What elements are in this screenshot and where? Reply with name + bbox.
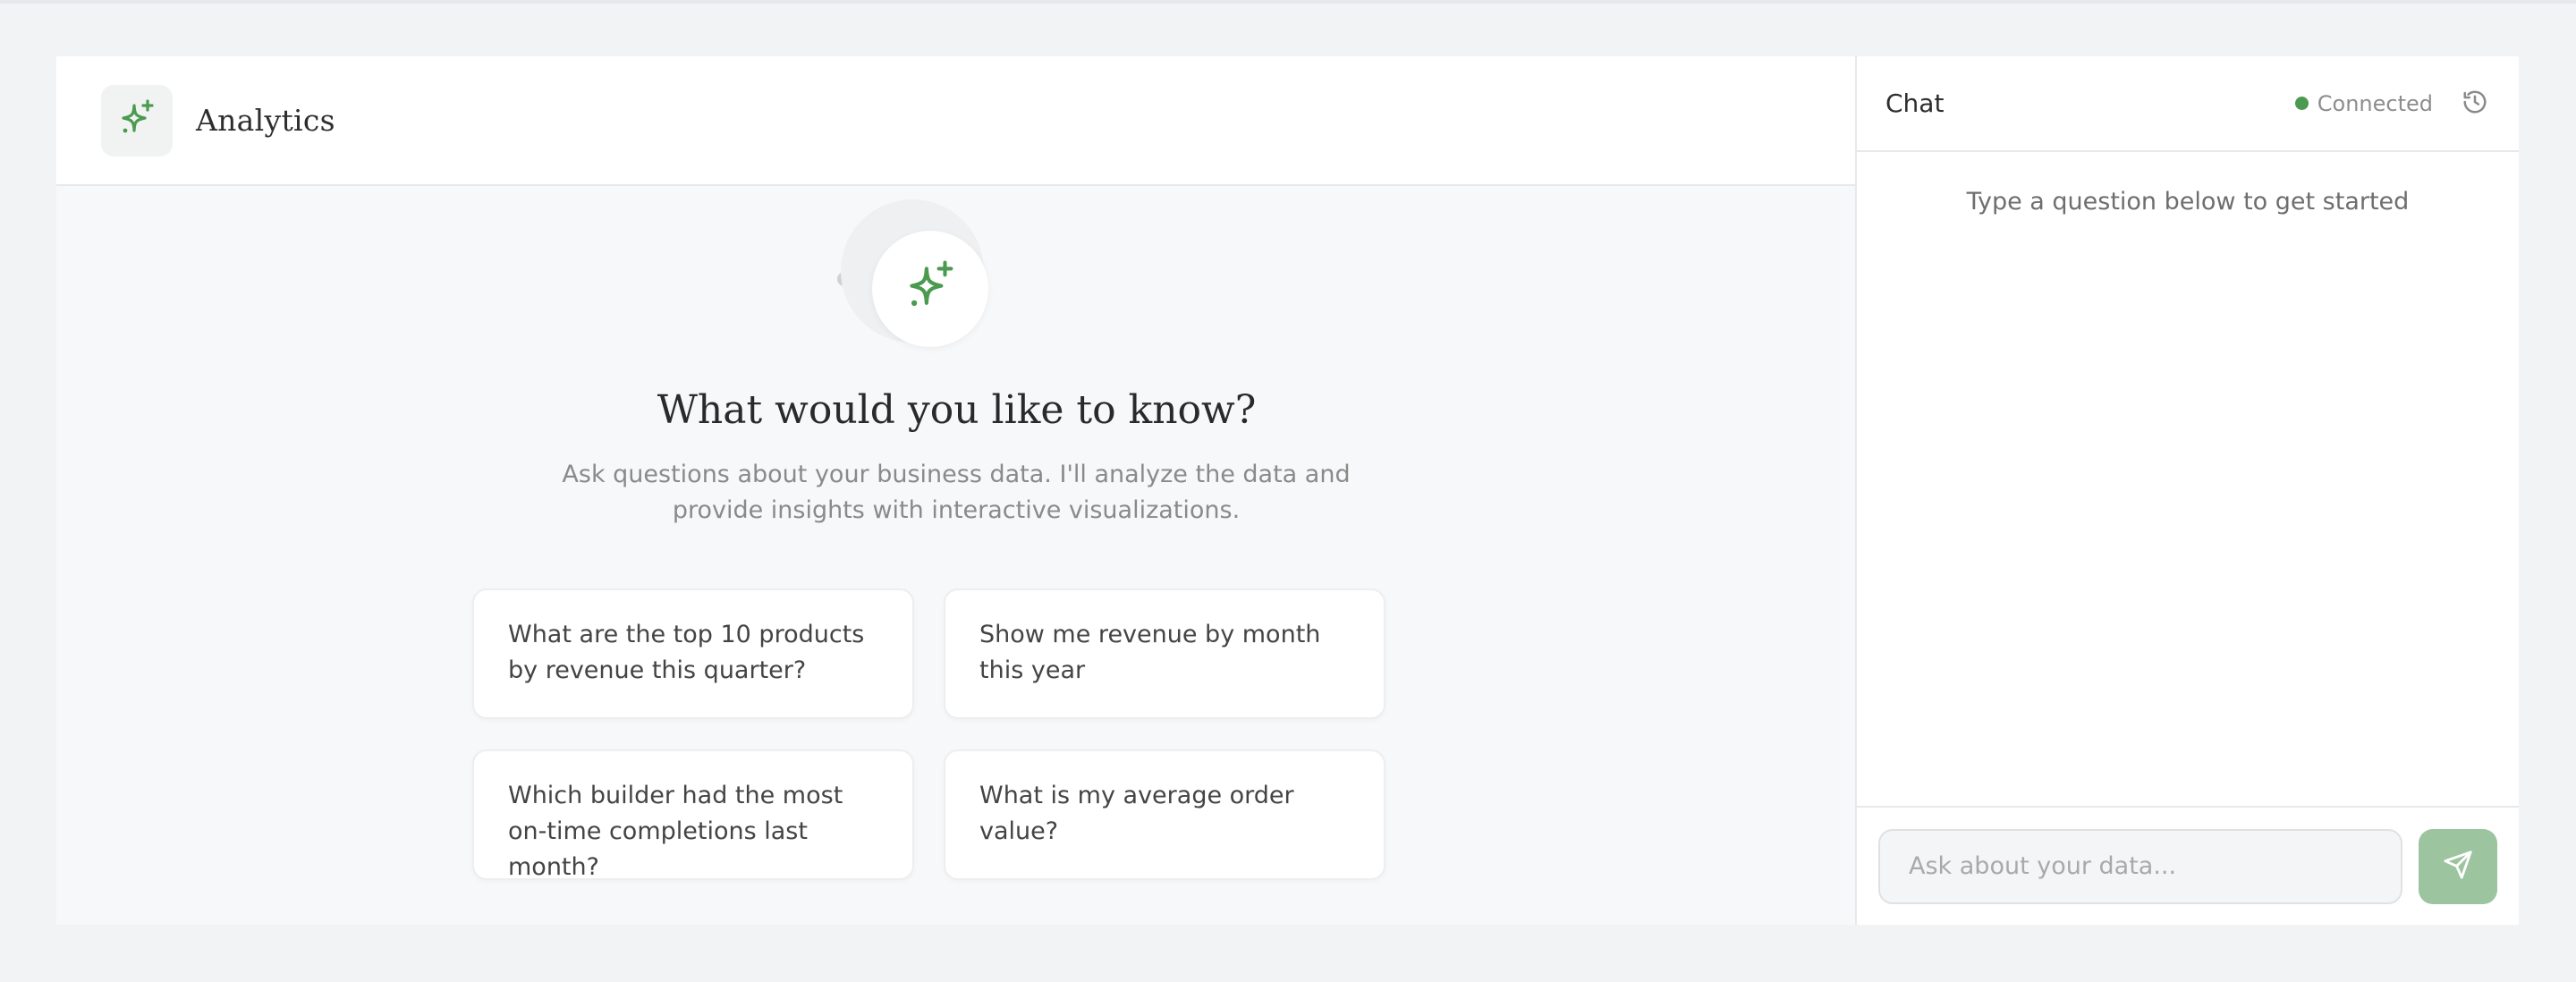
welcome-subtitle: Ask questions about your business data. … bbox=[562, 461, 1351, 524]
suggestion-card[interactable]: What is my average order value? bbox=[944, 749, 1385, 880]
chat-composer bbox=[1857, 806, 2519, 925]
chat-title: Chat bbox=[1885, 89, 1945, 118]
main-panel: Analytics What would you like to know? A… bbox=[56, 56, 1857, 925]
welcome-area: What would you like to know? Ask questio… bbox=[56, 186, 1855, 925]
status-dot bbox=[2294, 97, 2309, 110]
empty-state-hint: Type a question below to get started bbox=[1966, 188, 2410, 216]
chat-messages: Type a question below to get started bbox=[1857, 152, 2519, 806]
app-window: Analytics What would you like to know? A… bbox=[56, 56, 2519, 925]
welcome-title: What would you like to know? bbox=[657, 387, 1257, 433]
hero-badge bbox=[872, 231, 988, 347]
sparkles-icon bbox=[901, 258, 960, 320]
send-button[interactable] bbox=[2418, 828, 2497, 904]
connection-status: Connected bbox=[2294, 90, 2433, 116]
suggestion-card[interactable]: Which builder had the most on-time compl… bbox=[472, 749, 914, 881]
chat-header: Chat Connected bbox=[1857, 56, 2519, 152]
suggestion-card[interactable]: What are the top 10 products by revenue … bbox=[472, 588, 914, 719]
logo bbox=[101, 84, 173, 157]
chat-panel: Chat Connected Type a question below to … bbox=[1857, 56, 2519, 925]
history-button[interactable] bbox=[2460, 89, 2490, 119]
status-text: Connected bbox=[2317, 90, 2433, 116]
top-divider bbox=[0, 0, 2576, 4]
suggestion-card[interactable]: Show me revenue by month this year bbox=[944, 588, 1385, 719]
main-header: Analytics bbox=[56, 56, 1855, 186]
app-title: Analytics bbox=[196, 103, 335, 138]
sparkles-icon bbox=[115, 97, 158, 144]
history-icon bbox=[2462, 89, 2488, 119]
send-icon bbox=[2443, 850, 2473, 883]
chat-input[interactable] bbox=[1878, 828, 2402, 904]
